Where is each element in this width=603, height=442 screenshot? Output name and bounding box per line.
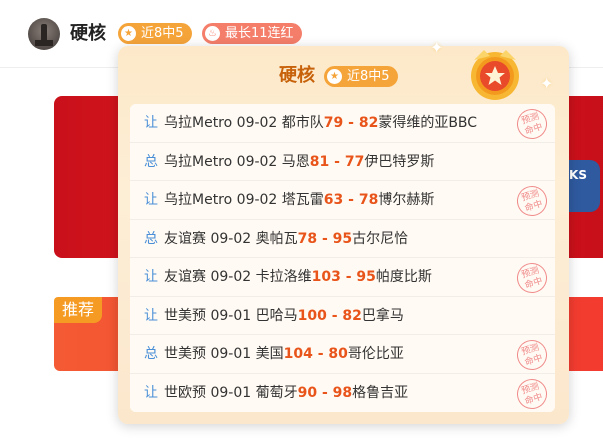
match-date: 09-02	[210, 269, 252, 285]
prediction-row[interactable]: 让世欧预 09-01 葡萄牙90 - 98格鲁吉亚 预测 命中	[130, 373, 555, 412]
prediction-type: 让	[144, 307, 158, 324]
away-score: 77	[344, 153, 365, 170]
prediction-row[interactable]: 让乌拉Metro 09-02 塔瓦雷63 - 78博尔赫斯 预测 命中	[130, 181, 555, 220]
hit-stamp-icon: 预测 命中	[513, 182, 551, 220]
medal-icon	[471, 50, 519, 100]
away-team: 伊巴特罗斯	[364, 153, 435, 170]
away-team: 哥伦比亚	[347, 346, 404, 362]
away-score: 80	[328, 346, 348, 362]
prediction-type: 总	[144, 153, 158, 170]
score-separator: -	[340, 269, 357, 285]
sparkle-icon: ✦	[430, 38, 444, 57]
prediction-row[interactable]: 让友谊赛 09-02 卡拉洛维103 - 95帕度比斯 预测 命中	[130, 258, 555, 297]
avatar-base-shape	[35, 40, 53, 46]
avatar[interactable]	[28, 18, 60, 50]
away-team: 博尔赫斯	[378, 192, 435, 208]
popover-record-tag: ★ 近8中5	[324, 66, 398, 87]
home-score: 90	[297, 384, 318, 401]
match-date: 09-02	[236, 192, 278, 208]
hit-stamp-icon: 预测 命中	[513, 374, 551, 412]
sparkle-icon: ✦	[540, 74, 554, 93]
score-separator: -	[329, 153, 345, 170]
prediction-row[interactable]: 让乌拉Metro 09-02 都市队79 - 82蒙得维的亚BBC 预测 命中	[130, 104, 555, 143]
recommend-label: 推荐	[54, 297, 102, 323]
league-name: 乌拉Metro	[164, 153, 233, 170]
home-team: 巴哈马	[255, 307, 298, 324]
star-icon: ★	[327, 69, 342, 84]
match-date: 09-02	[236, 115, 278, 131]
prediction-type: 总	[144, 230, 158, 247]
home-team: 塔瓦雷	[281, 192, 324, 208]
away-score: 98	[332, 384, 353, 401]
prediction-row[interactable]: 总乌拉Metro 09-02 马恩81 - 77伊巴特罗斯	[130, 142, 555, 181]
away-team: 格鲁吉亚	[352, 384, 409, 401]
home-score: 79	[323, 115, 344, 131]
prediction-list: 让乌拉Metro 09-02 都市队79 - 82蒙得维的亚BBC 预测 命中总乌拉…	[130, 104, 555, 412]
home-team: 都市队	[281, 115, 324, 131]
away-score: 82	[358, 115, 379, 131]
score-separator: -	[326, 307, 343, 324]
score-separator: -	[312, 346, 329, 362]
league-name: 乌拉Metro	[164, 115, 233, 131]
away-score: 82	[342, 307, 362, 324]
prediction-type: 总	[144, 346, 158, 362]
league-name: 友谊赛	[164, 269, 206, 285]
match-date: 09-02	[210, 230, 252, 247]
prediction-type: 让	[144, 115, 158, 131]
away-score: 95	[356, 269, 376, 285]
away-team: 巴拿马	[361, 307, 404, 324]
hit-stamp-icon: 预测 命中	[513, 105, 551, 143]
home-team: 葡萄牙	[255, 384, 298, 401]
popover-record-label: 近8中5	[347, 69, 390, 84]
score-separator: -	[343, 115, 359, 131]
username[interactable]: 硬核	[70, 22, 106, 46]
away-team: 古尔尼恰	[352, 230, 409, 247]
hit-stamp-icon: 预测 命中	[513, 259, 551, 297]
hit-stamp-icon: 预测 命中	[513, 336, 551, 374]
prediction-type: 让	[144, 192, 158, 208]
home-team: 美国	[255, 346, 284, 362]
home-team: 卡拉洛维	[255, 269, 312, 285]
away-score: 95	[332, 230, 353, 247]
match-date: 09-01	[210, 346, 252, 362]
match-date: 09-01	[210, 307, 252, 324]
flame-icon: ♨	[205, 26, 220, 41]
popover-title: 硬核	[279, 65, 315, 86]
away-score: 78	[358, 192, 379, 208]
home-team: 奥帕瓦	[255, 230, 298, 247]
star-icon: ★	[121, 26, 136, 41]
prediction-row[interactable]: 总世美预 09-01 美国104 - 80哥伦比亚 预测 命中	[130, 335, 555, 374]
league-name: 世美预	[164, 346, 206, 362]
prediction-type: 让	[144, 269, 158, 285]
score-separator: -	[317, 384, 333, 401]
home-team: 马恩	[281, 153, 310, 170]
league-name: 乌拉Metro	[164, 192, 233, 208]
home-score: 100	[297, 307, 327, 324]
prediction-history-popover: 硬核 ★ 近8中5 ✦ ✦ 让乌拉Metro 09-02 都市队79 - 82蒙…	[118, 40, 569, 424]
match-date: 09-01	[210, 384, 252, 401]
prediction-row[interactable]: 让世美预 09-01 巴哈马100 - 82巴拿马	[130, 296, 555, 335]
streak-label: 最长11连红	[225, 26, 294, 41]
recent-record-label: 近8中5	[141, 26, 184, 41]
home-score: 103	[311, 269, 341, 285]
prediction-type: 让	[144, 384, 158, 401]
recent-record-tag[interactable]: ★ 近8中5	[118, 23, 192, 44]
match-date: 09-02	[236, 153, 278, 170]
league-name: 友谊赛	[164, 230, 206, 247]
score-separator: -	[317, 230, 333, 247]
home-score: 81	[309, 153, 330, 170]
streak-tag[interactable]: ♨ 最长11连红	[202, 23, 302, 44]
away-team: 帕度比斯	[375, 269, 432, 285]
league-name: 世美预	[164, 307, 206, 324]
prediction-row[interactable]: 总友谊赛 09-02 奥帕瓦78 - 95古尔尼恰	[130, 219, 555, 258]
home-score: 78	[297, 230, 318, 247]
away-team: 蒙得维的亚BBC	[378, 115, 478, 131]
page: 硬核 ★ 近8中5 ♨ 最长11连红 KS 推荐 硬核 ★ 近8中5 ✦ ✦ 让	[0, 0, 603, 442]
score-separator: -	[343, 192, 359, 208]
home-score: 63	[323, 192, 344, 208]
league-name: 世欧预	[164, 384, 206, 401]
home-score: 104	[283, 346, 313, 362]
